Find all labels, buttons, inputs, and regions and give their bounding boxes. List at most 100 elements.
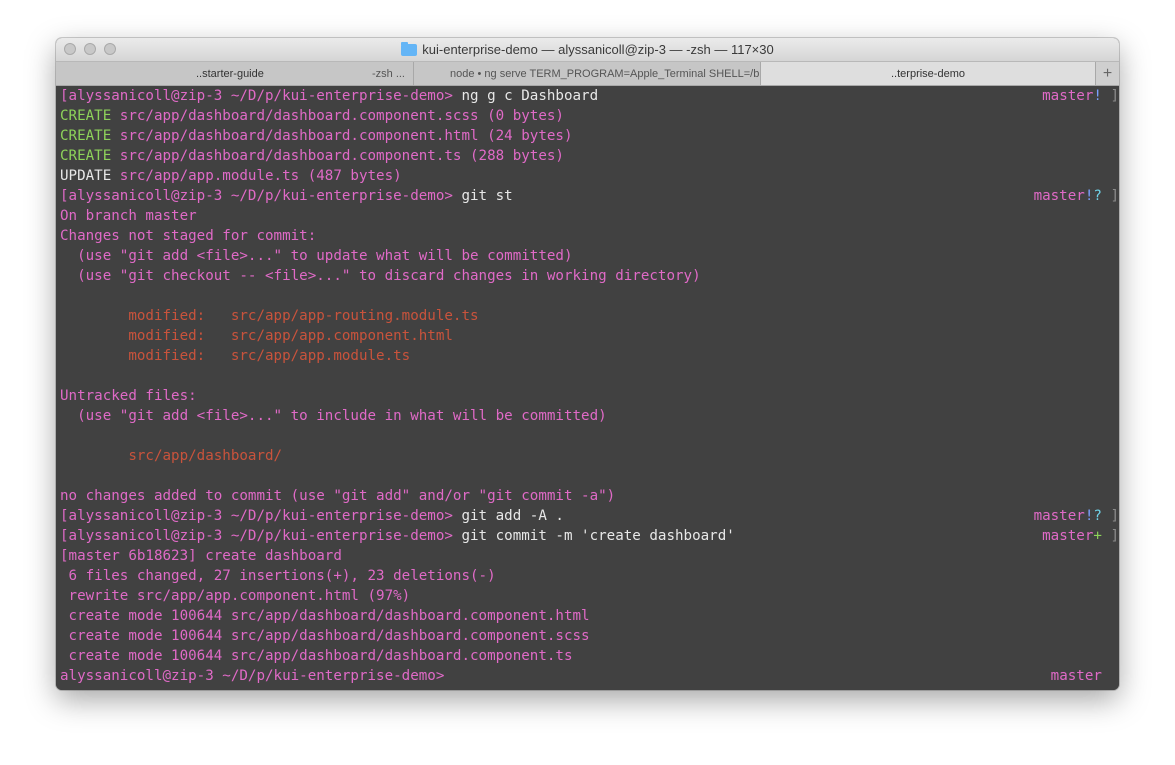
terminal-line: modified: src/app/app.module.ts [56, 346, 1119, 366]
terminal-line: no changes added to commit (use "git add… [56, 486, 1119, 506]
tab-bar: ..starter-guide -zsh ... node • ng serve… [56, 61, 1119, 86]
line-segment: (use "git checkout -- <file>..." to disc… [60, 268, 701, 284]
line-segment: no changes added to commit (use "git add… [60, 488, 616, 504]
line-segment: src/app/dashboard/dashboard.component.sc… [119, 108, 564, 124]
terminal-line: 6 files changed, 27 insertions(+), 23 de… [56, 566, 1119, 586]
terminal-line: alyssanicoll@zip-3 ~/D/p/kui-enterprise-… [56, 666, 1119, 686]
terminal-line: Untracked files: [56, 386, 1119, 406]
git-branch-status: master!? ] [1034, 506, 1119, 526]
terminal-output[interactable]: [alyssanicoll@zip-3 ~/D/p/kui-enterprise… [56, 86, 1119, 690]
line-segment: 6 files changed, 27 insertions(+), 23 de… [60, 568, 496, 584]
status-segment: master [1050, 668, 1119, 684]
close-button[interactable] [64, 43, 76, 55]
git-branch-status: master [1051, 666, 1119, 686]
line-segment: (use "git add <file>..." to update what … [60, 248, 573, 264]
new-tab-button[interactable]: + [1096, 62, 1119, 85]
line-segment: UPDATE [60, 168, 120, 184]
terminal-line: create mode 100644 src/app/dashboard/das… [56, 646, 1119, 666]
terminal-line: [alyssanicoll@zip-3 ~/D/p/kui-enterprise… [56, 186, 1119, 206]
window-controls [64, 43, 116, 55]
line-segment: src/app/dashboard/dashboard.component.ts… [119, 148, 564, 164]
status-segment: ! [1093, 88, 1102, 104]
status-segment: ] [1101, 188, 1119, 204]
line-segment: CREATE [60, 108, 120, 124]
line-segment: CREATE [60, 128, 120, 144]
status-segment: ? [1093, 508, 1102, 524]
terminal-line: CREATE src/app/dashboard/dashboard.compo… [56, 126, 1119, 146]
terminal-line: src/app/dashboard/ [56, 446, 1119, 466]
line-segment: create mode 100644 src/app/dashboard/das… [60, 648, 573, 664]
line-segment: src/app/app.module.ts (487 bytes) [119, 168, 402, 184]
terminal-line: [alyssanicoll@zip-3 ~/D/p/kui-enterprise… [56, 506, 1119, 526]
status-segment: ] [1101, 88, 1119, 104]
line-segment: Changes not staged for commit: [60, 228, 317, 244]
terminal-line: rewrite src/app/app.component.html (97%) [56, 586, 1119, 606]
line-segment: [alyssanicoll@zip-3 ~/D/p/kui-enterprise… [60, 508, 462, 524]
terminal-line: [alyssanicoll@zip-3 ~/D/p/kui-enterprise… [56, 86, 1119, 106]
line-segment: git st [461, 188, 513, 204]
terminal-line: UPDATE src/app/app.module.ts (487 bytes) [56, 166, 1119, 186]
terminal-line: create mode 100644 src/app/dashboard/das… [56, 606, 1119, 626]
terminal-line: (use "git add <file>..." to update what … [56, 246, 1119, 266]
status-segment: master [1033, 508, 1085, 524]
status-segment: ? [1093, 188, 1102, 204]
terminal-line: [master 6b18623] create dashboard [56, 546, 1119, 566]
terminal-line: modified: src/app/app-routing.module.ts [56, 306, 1119, 326]
line-segment: [alyssanicoll@zip-3 ~/D/p/kui-enterprise… [60, 188, 462, 204]
tab-starter-guide[interactable]: ..starter-guide -zsh ... [56, 62, 414, 85]
line-segment: ng g c Dashboard [461, 88, 599, 104]
line-segment: [alyssanicoll@zip-3 ~/D/p/kui-enterprise… [60, 88, 462, 104]
terminal-window: kui-enterprise-demo — alyssanicoll@zip-3… [56, 38, 1119, 690]
status-segment: master [1042, 88, 1094, 104]
title-bar[interactable]: kui-enterprise-demo — alyssanicoll@zip-3… [56, 38, 1119, 61]
line-segment: Untracked files: [60, 388, 197, 404]
line-segment: rewrite src/app/app.component.html (97%) [60, 588, 411, 604]
terminal-line: CREATE src/app/dashboard/dashboard.compo… [56, 146, 1119, 166]
folder-icon [401, 41, 418, 56]
terminal-line: create mode 100644 src/app/dashboard/das… [56, 626, 1119, 646]
line-segment: (use "git add <file>..." to include in w… [60, 408, 607, 424]
line-segment: CREATE [60, 148, 120, 164]
terminal-line: [alyssanicoll@zip-3 ~/D/p/kui-enterprise… [56, 526, 1119, 546]
tab-process-label: -zsh ... [371, 67, 405, 80]
tab-ng-serve[interactable]: node • ng serve TERM_PROGRAM=Apple_Termi… [414, 62, 761, 85]
zoom-button[interactable] [104, 43, 116, 55]
plus-icon: + [1102, 64, 1113, 82]
status-segment: ] [1101, 528, 1119, 544]
line-segment: [alyssanicoll@zip-3 ~/D/p/kui-enterprise… [60, 528, 462, 544]
terminal-line: (use "git add <file>..." to include in w… [56, 406, 1119, 426]
git-branch-status: master! ] [1042, 86, 1119, 106]
tab-label: node • ng serve TERM_PROGRAM=Apple_Termi… [450, 67, 761, 80]
status-segment: master [1033, 188, 1085, 204]
line-segment: alyssanicoll@zip-3 ~/D/p/kui-enterprise-… [60, 668, 453, 684]
line-segment: src/app/dashboard/ [60, 448, 283, 464]
line-segment: git commit -m 'create dashboard' [461, 528, 735, 544]
terminal-line: modified: src/app/app.component.html [56, 326, 1119, 346]
line-segment: [master 6b18623] create dashboard [60, 548, 342, 564]
terminal-line: Changes not staged for commit: [56, 226, 1119, 246]
tab-label: ..starter-guide [196, 67, 264, 80]
tab-enterprise-demo[interactable]: ..terprise-demo [761, 62, 1096, 85]
line-segment: On branch master [60, 208, 197, 224]
window-title: kui-enterprise-demo — alyssanicoll@zip-3… [422, 42, 774, 57]
status-segment: + [1093, 528, 1102, 544]
status-segment: ] [1101, 508, 1119, 524]
minimize-button[interactable] [84, 43, 96, 55]
line-segment: modified: src/app/app.component.html [60, 328, 453, 344]
status-segment: master [1042, 528, 1094, 544]
line-segment: src/app/dashboard/dashboard.component.ht… [119, 128, 573, 144]
line-segment: create mode 100644 src/app/dashboard/das… [60, 628, 590, 644]
line-segment: modified: src/app/app-routing.module.ts [60, 308, 479, 324]
git-branch-status: master!? ] [1034, 186, 1119, 206]
terminal-line: CREATE src/app/dashboard/dashboard.compo… [56, 106, 1119, 126]
terminal-line: On branch master [56, 206, 1119, 226]
terminal-line: (use "git checkout -- <file>..." to disc… [56, 266, 1119, 286]
line-segment: modified: src/app/app.module.ts [60, 348, 411, 364]
tab-label: ..terprise-demo [891, 67, 965, 80]
git-branch-status: master+ ] [1042, 526, 1119, 546]
line-segment: create mode 100644 src/app/dashboard/das… [60, 608, 590, 624]
